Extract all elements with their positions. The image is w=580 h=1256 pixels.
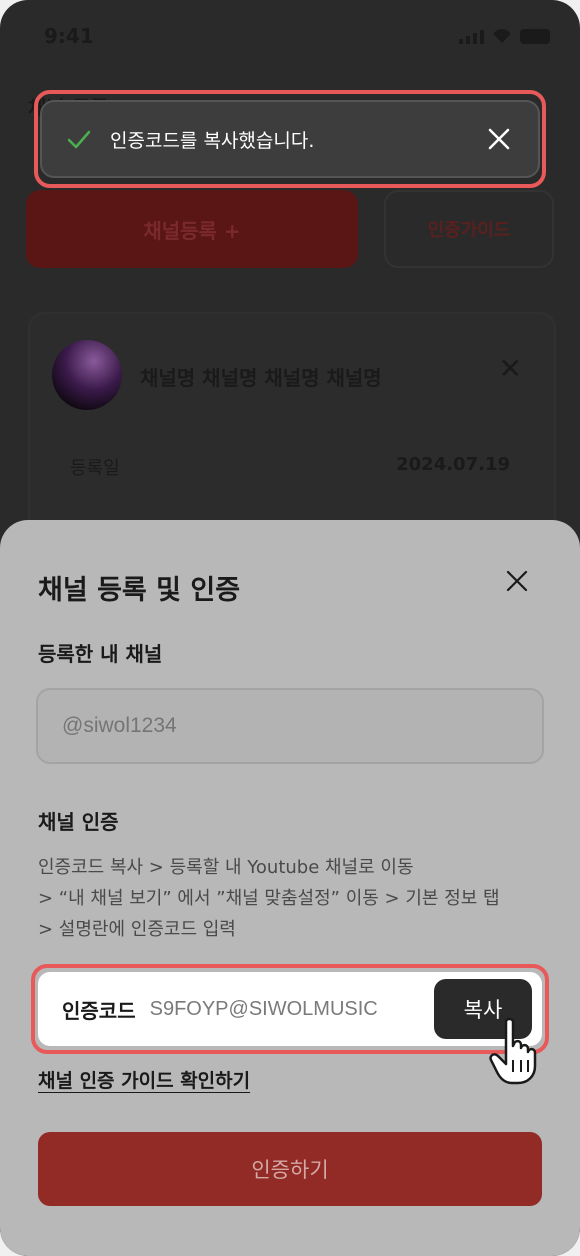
toast-close-icon[interactable] (484, 124, 514, 154)
instruction-line: 인증코드 복사 > 등록할 내 Youtube 채널로 이동 (38, 857, 414, 878)
toast-notification: 인증코드를 복사했습니다. (40, 100, 540, 178)
wifi-icon (492, 29, 512, 43)
check-icon (67, 130, 91, 149)
background-guide-button: 인증가이드 (384, 190, 554, 268)
close-icon[interactable] (502, 566, 532, 596)
channel-input[interactable] (36, 688, 544, 764)
phone-screen: 9:41 채널 등록 채널등록 + 인증가이드 채널명 채널명 채널명 채널명 … (0, 0, 580, 1256)
code-label: 인증코드 (62, 998, 136, 1023)
pointer-hand-icon (489, 1017, 537, 1085)
signal-icon (459, 28, 484, 44)
background-date-value: 2024.07.19 (396, 454, 510, 475)
status-time: 9:41 (44, 24, 94, 48)
battery-icon (520, 28, 550, 44)
status-bar: 9:41 (0, 0, 580, 70)
instruction-line: > “내 채널 보기” 에서 ”채널 맞춤설정” 이동 > 기본 정보 탭 (38, 888, 500, 909)
sheet-title: 채널 등록 및 인증 (38, 575, 241, 606)
status-icons (459, 28, 550, 44)
channel-avatar (52, 340, 122, 410)
verify-button[interactable]: 인증하기 (38, 1132, 542, 1206)
verify-instructions: 인증코드 복사 > 등록할 내 Youtube 채널로 이동 > “내 채널 보… (38, 852, 558, 945)
verify-section-label: 채널 인증 (38, 810, 119, 834)
background-register-button: 채널등록 + (26, 190, 358, 268)
background-date-label: 등록일 (70, 458, 120, 479)
verify-code-box: 인증코드 S9FOYP@SIWOLMUSIC 복사 (38, 972, 542, 1046)
background-channel-card: 채널명 채널명 채널명 채널명 ✕ 등록일 2024.07.19 (28, 312, 556, 552)
background-channel-name: 채널명 채널명 채널명 채널명 (140, 366, 382, 390)
registered-channel-label: 등록한 내 채널 (38, 642, 163, 666)
card-close-icon: ✕ (498, 352, 522, 385)
channel-verify-sheet: 채널 등록 및 인증 등록한 내 채널 채널 인증 인증코드 복사 > 등록할 … (0, 520, 580, 1256)
instruction-line: > 설명란에 인증코드 입력 (38, 919, 236, 940)
toast-message: 인증코드를 복사했습니다. (110, 129, 315, 152)
verify-guide-link[interactable]: 채널 인증 가이드 확인하기 (38, 1066, 250, 1093)
code-value: S9FOYP@SIWOLMUSIC (149, 997, 378, 1020)
